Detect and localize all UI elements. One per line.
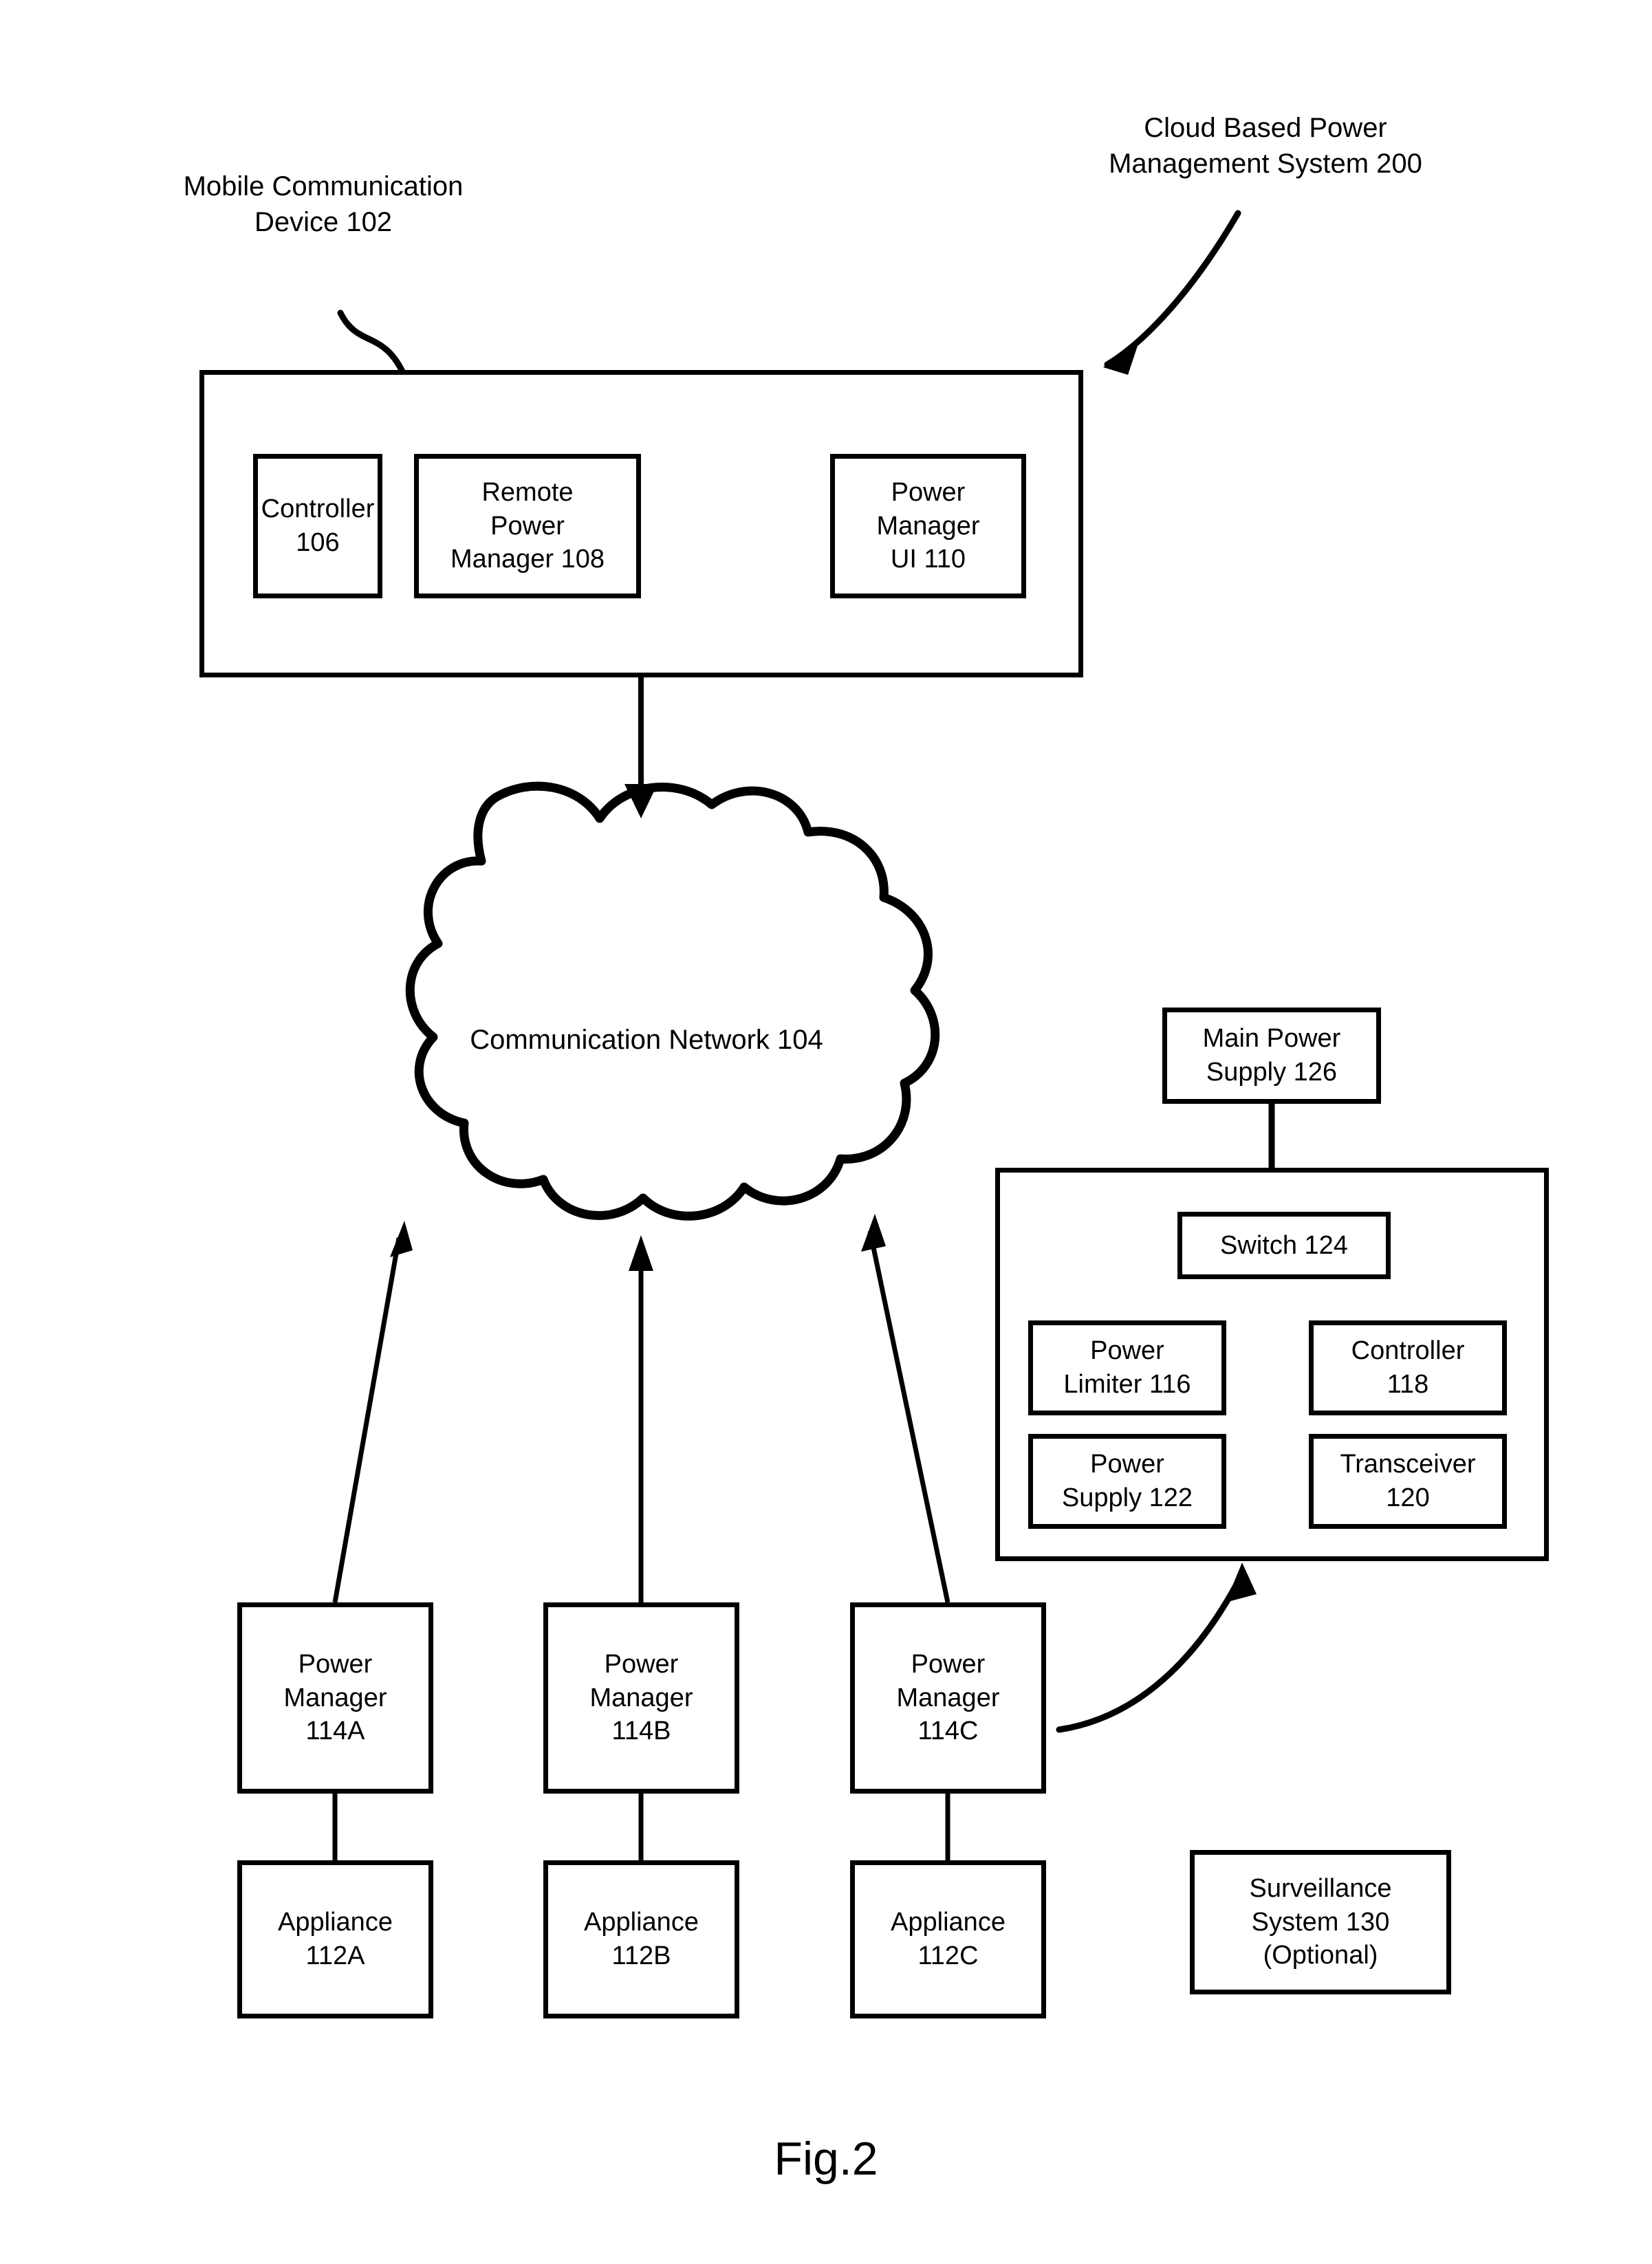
remote-power-manager-108-label: Remote Power Manager 108	[450, 478, 605, 574]
appliance-112c-box[interactable]: Appliance 112C	[850, 1860, 1046, 2018]
connector-pm114c-to-cloud-head	[861, 1214, 886, 1252]
connector-pm114b-to-cloud-head	[629, 1235, 653, 1271]
connector-pm114a-to-cloud	[332, 1237, 402, 1603]
connector-pm114c-to-cloud	[867, 1230, 950, 1603]
callout-arrow-pm114c-to-unit	[1056, 1578, 1241, 1733]
controller-106-box[interactable]: Controller 106	[253, 454, 382, 598]
power-manager-114a-box[interactable]: Power Manager 114A	[237, 1602, 433, 1794]
power-limiter-116-label: Power Limiter 116	[1063, 1336, 1191, 1399]
power-supply-122-box[interactable]: Power Supply 122	[1028, 1434, 1226, 1529]
figure-caption: Fig.2	[774, 2133, 878, 2185]
switch-124-box[interactable]: Switch 124	[1177, 1212, 1391, 1279]
remote-power-manager-108-box[interactable]: Remote Power Manager 108	[414, 454, 641, 598]
power-manager-114a-label: Power Manager 114A	[283, 1650, 387, 1746]
power-supply-122-label: Power Supply 122	[1061, 1450, 1193, 1512]
power-manager-114c-box[interactable]: Power Manager 114C	[850, 1602, 1046, 1794]
controller-118-box[interactable]: Controller 118	[1309, 1320, 1507, 1415]
appliance-112a-box[interactable]: Appliance 112A	[237, 1860, 433, 2018]
callout-arrow-system	[1104, 210, 1241, 368]
controller-106-label: Controller 106	[261, 494, 375, 557]
leader-line-mobile-device	[337, 309, 406, 375]
callout-system-label: Cloud Based Power Management System 200	[1109, 113, 1422, 179]
power-manager-114b-box[interactable]: Power Manager 114B	[543, 1602, 739, 1794]
switch-124-label: Switch 124	[1220, 1230, 1348, 1260]
communication-network-label: Communication Network 104	[470, 1025, 823, 1055]
surveillance-system-130-label: Surveillance System 130 (Optional)	[1249, 1874, 1392, 1970]
power-manager-114b-label: Power Manager 114B	[589, 1650, 693, 1746]
transceiver-120-box[interactable]: Transceiver 120	[1309, 1434, 1507, 1529]
appliance-112c-label: Appliance 112C	[891, 1908, 1006, 1970]
main-power-supply-126-box[interactable]: Main Power Supply 126	[1162, 1008, 1381, 1104]
power-manager-ui-110-box[interactable]: Power Manager UI 110	[830, 454, 1026, 598]
appliance-112a-label: Appliance 112A	[278, 1908, 393, 1970]
appliance-112b-box[interactable]: Appliance 112B	[543, 1860, 739, 2018]
power-manager-114c-label: Power Manager 114C	[896, 1650, 1000, 1746]
main-power-supply-126-label: Main Power Supply 126	[1202, 1024, 1341, 1087]
transceiver-120-label: Transceiver 120	[1340, 1450, 1476, 1512]
appliance-112b-label: Appliance 112B	[584, 1908, 699, 1970]
connector-pm114a-to-cloud-head	[390, 1221, 413, 1257]
figure-canvas: Mobile Communication Device 102 Cloud Ba…	[0, 0, 1652, 2264]
callout-arrow-pm114c-to-unit-head	[1226, 1563, 1257, 1602]
surveillance-system-130-box[interactable]: Surveillance System 130 (Optional)	[1190, 1850, 1451, 1994]
controller-118-label: Controller 118	[1351, 1336, 1465, 1399]
power-limiter-116-box[interactable]: Power Limiter 116	[1028, 1320, 1226, 1415]
power-manager-ui-110-label: Power Manager UI 110	[876, 478, 980, 574]
callout-mobile-device-label: Mobile Communication Device 102	[183, 171, 464, 237]
communication-network-cloud	[405, 781, 940, 1221]
connector-device-to-cloud-head	[624, 784, 657, 818]
callout-arrow-system-head	[1103, 344, 1138, 375]
